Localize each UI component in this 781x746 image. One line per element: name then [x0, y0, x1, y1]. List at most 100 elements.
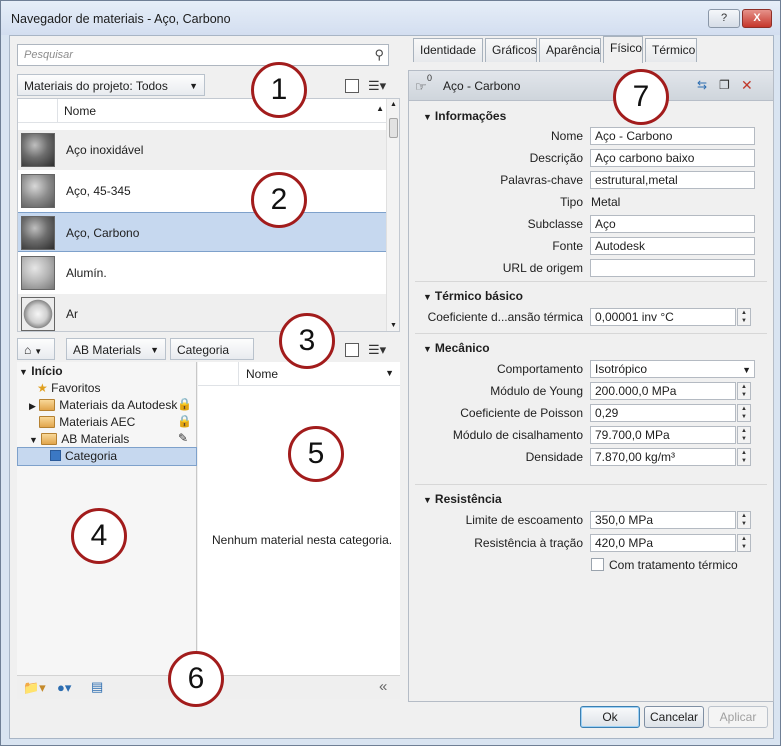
library-label: AB Materials	[73, 343, 142, 357]
tab-identity[interactable]: Identidade	[413, 38, 483, 62]
list-header[interactable]: Nome ▲	[18, 99, 388, 123]
create-material-icon[interactable]: ●▾	[57, 680, 71, 696]
chevron-down-icon: ▼	[150, 345, 159, 355]
view-panel-icon[interactable]	[345, 343, 359, 357]
section-title: Mecânico	[434, 341, 490, 355]
folder-icon	[39, 416, 56, 428]
column-divider	[238, 362, 239, 386]
project-filter-dropdown[interactable]: Materiais do projeto: Todos ▼	[17, 74, 205, 96]
tree-item-aec[interactable]: ▶ Materiais AEC	[29, 415, 135, 432]
shear-modulus-spinner[interactable]: ▲ ▼	[737, 426, 751, 444]
behavior-value: Isotrópico	[595, 362, 648, 376]
window-title: Navegador de materiais - Aço, Carbono	[11, 12, 231, 26]
project-materials-list: Nome ▲ Aço inoxidável Aço, 45-345 Aço, C…	[17, 98, 400, 332]
scroll-up-icon[interactable]: ▲	[390, 101, 397, 108]
list-scrollbar[interactable]: ▲ ▼	[386, 99, 399, 331]
young-modulus-spinner[interactable]: ▲ ▼	[737, 382, 751, 400]
search-input[interactable]: Pesquisar ⚲	[17, 44, 389, 66]
yield-strength-field[interactable]: 350,0 MPa	[590, 511, 736, 529]
source-url-label: URL de origem	[502, 261, 583, 275]
folder-icon	[39, 399, 56, 411]
delete-asset-icon[interactable]: ✕	[741, 77, 753, 94]
help-button[interactable]: ?	[708, 9, 740, 28]
ok-button[interactable]: Ok	[580, 706, 640, 728]
poisson-field[interactable]: 0,29	[590, 404, 736, 422]
tree-item-favorites[interactable]: ★ Favoritos	[37, 381, 100, 398]
expand-arrow-icon: ▶	[29, 401, 36, 411]
callout-4: 4	[71, 508, 127, 564]
list-view-icon[interactable]: ☰▾	[368, 342, 386, 358]
tab-thermal[interactable]: Térmico	[645, 38, 697, 62]
tree-item-category[interactable]: Categoria	[17, 447, 197, 466]
material-row[interactable]: Aço inoxidável	[18, 130, 388, 170]
subclass-field[interactable]: Aço	[590, 215, 755, 233]
library-dropdown[interactable]: AB Materials ▼	[66, 338, 166, 360]
section-info-header[interactable]: ▼ Informações	[423, 109, 506, 123]
thermal-coef-label: Coeficiente d...ansão térmica	[427, 310, 583, 324]
category-label: Categoria	[177, 343, 230, 357]
density-spinner[interactable]: ▲ ▼	[737, 448, 751, 466]
tree-root[interactable]: ▼ Início	[19, 364, 63, 381]
name-field[interactable]: Aço - Carbono	[590, 127, 755, 145]
behavior-select[interactable]: Isotrópico ▼	[590, 360, 755, 378]
tab-appearance[interactable]: Aparência	[539, 38, 601, 62]
heat-treated-checkbox[interactable]	[591, 558, 604, 571]
apply-button[interactable]: Aplicar	[708, 706, 768, 728]
collapse-arrow-icon: ▼	[423, 112, 432, 122]
view-panel-icon[interactable]	[345, 79, 359, 93]
material-row[interactable]: Aço, 45-345	[18, 171, 388, 211]
material-thumbnail	[21, 256, 55, 290]
material-row-selected[interactable]: Aço, Carbono	[18, 212, 388, 252]
source-url-field[interactable]	[590, 259, 755, 277]
type-label: Tipo	[560, 195, 583, 209]
tree-item-autodesk[interactable]: ▶ Materiais da Autodesk	[29, 398, 177, 415]
pencil-icon[interactable]: ✎	[178, 431, 188, 445]
scroll-down-icon[interactable]: ▼	[390, 322, 397, 329]
material-row[interactable]: Alumín.	[18, 253, 388, 293]
close-button[interactable]: X	[742, 9, 772, 28]
material-name: Alumín.	[66, 266, 107, 280]
keywords-field[interactable]: estrutural,metal	[590, 171, 755, 189]
dialog-client: Pesquisar ⚲ Materiais do projeto: Todos …	[9, 35, 774, 739]
section-thermal-header[interactable]: ▼ Térmico básico	[423, 289, 523, 303]
scrollbar-thumb[interactable]	[389, 118, 398, 138]
description-field[interactable]: Aço carbono baixo	[590, 149, 755, 167]
keywords-label: Palavras-chave	[500, 173, 583, 187]
young-modulus-field[interactable]: 200.000,0 MPa	[590, 382, 736, 400]
tensile-strength-field[interactable]: 420,0 MPa	[590, 534, 736, 552]
material-name: Ar	[66, 307, 78, 321]
divider	[415, 484, 767, 485]
material-row[interactable]: Ar	[18, 294, 388, 331]
tab-graphics[interactable]: Gráficos	[485, 38, 537, 62]
source-field[interactable]: Autodesk	[590, 237, 755, 255]
home-button[interactable]: ⌂ ▼	[17, 338, 55, 360]
poisson-label: Coeficiente de Poisson	[460, 406, 583, 420]
density-field[interactable]: 7.870,00 kg/m³	[590, 448, 736, 466]
tree-item-label: Materiais AEC	[59, 415, 136, 429]
category-breadcrumb[interactable]: Categoria	[170, 338, 254, 360]
open-library-icon[interactable]: 📁▾	[23, 680, 46, 696]
callout-7: 7	[613, 69, 669, 125]
duplicate-asset-icon[interactable]: ❐	[719, 78, 730, 92]
yield-strength-spinner[interactable]: ▲ ▼	[737, 511, 751, 529]
callout-5: 5	[288, 426, 344, 482]
section-strength-header[interactable]: ▼ Resistência	[423, 492, 502, 506]
shear-modulus-field[interactable]: 79.700,0 MPa	[590, 426, 736, 444]
material-browser-window: Navegador de materiais - Aço, Carbono ? …	[0, 0, 781, 746]
list-view-icon[interactable]: ☰▾	[368, 78, 386, 94]
behavior-label: Comportamento	[496, 362, 583, 376]
material-name: Aço, Carbono	[66, 226, 140, 240]
source-label: Fonte	[552, 239, 583, 253]
replace-asset-icon[interactable]: ⇆	[697, 78, 707, 92]
section-mechanical-header[interactable]: ▼ Mecânico	[423, 341, 490, 355]
editor-panel-icon[interactable]: ▤	[91, 679, 103, 695]
star-icon: ★	[37, 381, 48, 395]
thermal-coef-spinner[interactable]: ▲ ▼	[737, 308, 751, 326]
collapse-panel-icon[interactable]: «	[379, 678, 387, 695]
cancel-button[interactable]: Cancelar	[644, 706, 704, 728]
tensile-strength-spinner[interactable]: ▲ ▼	[737, 534, 751, 552]
tab-physical[interactable]: Físico	[603, 36, 643, 63]
poisson-spinner[interactable]: ▲ ▼	[737, 404, 751, 422]
thermal-coef-field[interactable]: 0,00001 inv °C	[590, 308, 736, 326]
callout-2: 2	[251, 172, 307, 228]
